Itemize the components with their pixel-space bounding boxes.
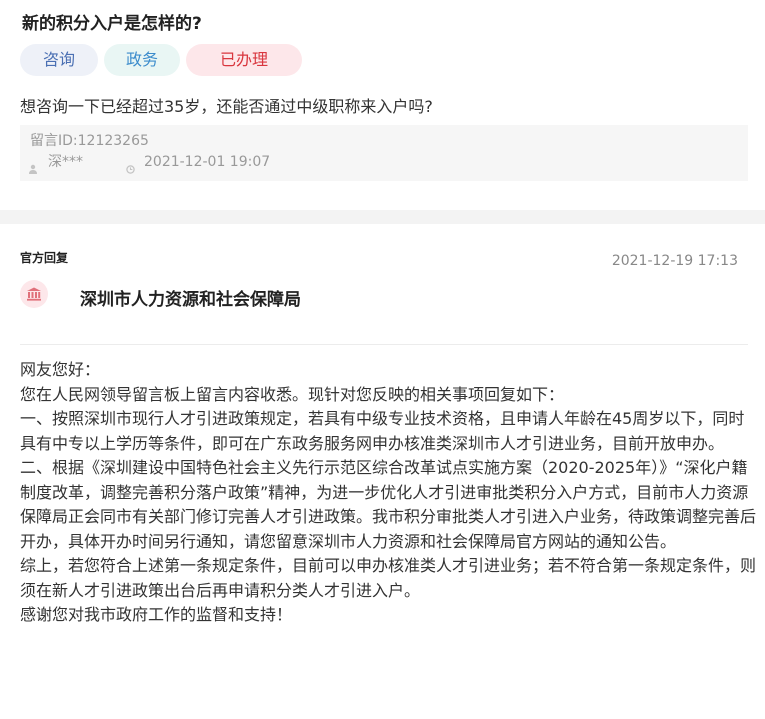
tag-government[interactable]: 政务 — [104, 44, 180, 76]
question-title: 新的积分入户是怎样的? — [22, 14, 202, 34]
reply-organization[interactable]: 深圳市人力资源和社会保障局 — [80, 288, 301, 312]
tag-handled[interactable]: 已办理 — [186, 44, 302, 76]
section-divider — [0, 210, 765, 224]
reply-paragraph: 二、根据《深圳建设中国特色社会主义先行示范区综合改革试点实施方案（2020-20… — [20, 458, 757, 551]
government-building-icon — [20, 280, 48, 308]
reply-time: 2021-12-19 17:13 — [611, 253, 738, 269]
user-icon — [28, 159, 38, 174]
message-time: 2021-12-01 19:07 — [144, 154, 271, 170]
reply-separator — [20, 344, 748, 345]
reply-paragraph: 网友您好： — [20, 360, 101, 379]
reply-paragraph: 综上，若您符合上述第一条规定条件，目前可以申办核准类人才引进业务；若不符合第一条… — [20, 556, 757, 600]
question-content: 想咨询一下已经超过35岁，还能否通过中级职称来入户吗? — [20, 97, 433, 116]
official-reply-label: 官方回复 — [20, 251, 69, 265]
tag-consult[interactable]: 咨询 — [20, 44, 98, 76]
reply-body: 网友您好： 您在人民网领导留言板上留言内容收悉。现针对您反映的相关事项回复如下：… — [20, 358, 760, 628]
author-name: 深*** — [48, 154, 83, 170]
clock-icon — [126, 159, 135, 174]
message-id: 留言ID:12123265 — [30, 133, 149, 149]
reply-paragraph: 您在人民网领导留言板上留言内容收悉。现针对您反映的相关事项回复如下： — [20, 384, 565, 404]
reply-paragraph: 一、按照深圳市现行人才引进政策规定，若具有中级专业技术资格，且申请人年龄在45周… — [20, 409, 745, 453]
reply-paragraph: 感谢您对我市政府工作的监督和支持！ — [20, 605, 293, 624]
message-meta: 留言ID:12123265 深*** 2021-12-01 19:07 — [20, 125, 748, 181]
